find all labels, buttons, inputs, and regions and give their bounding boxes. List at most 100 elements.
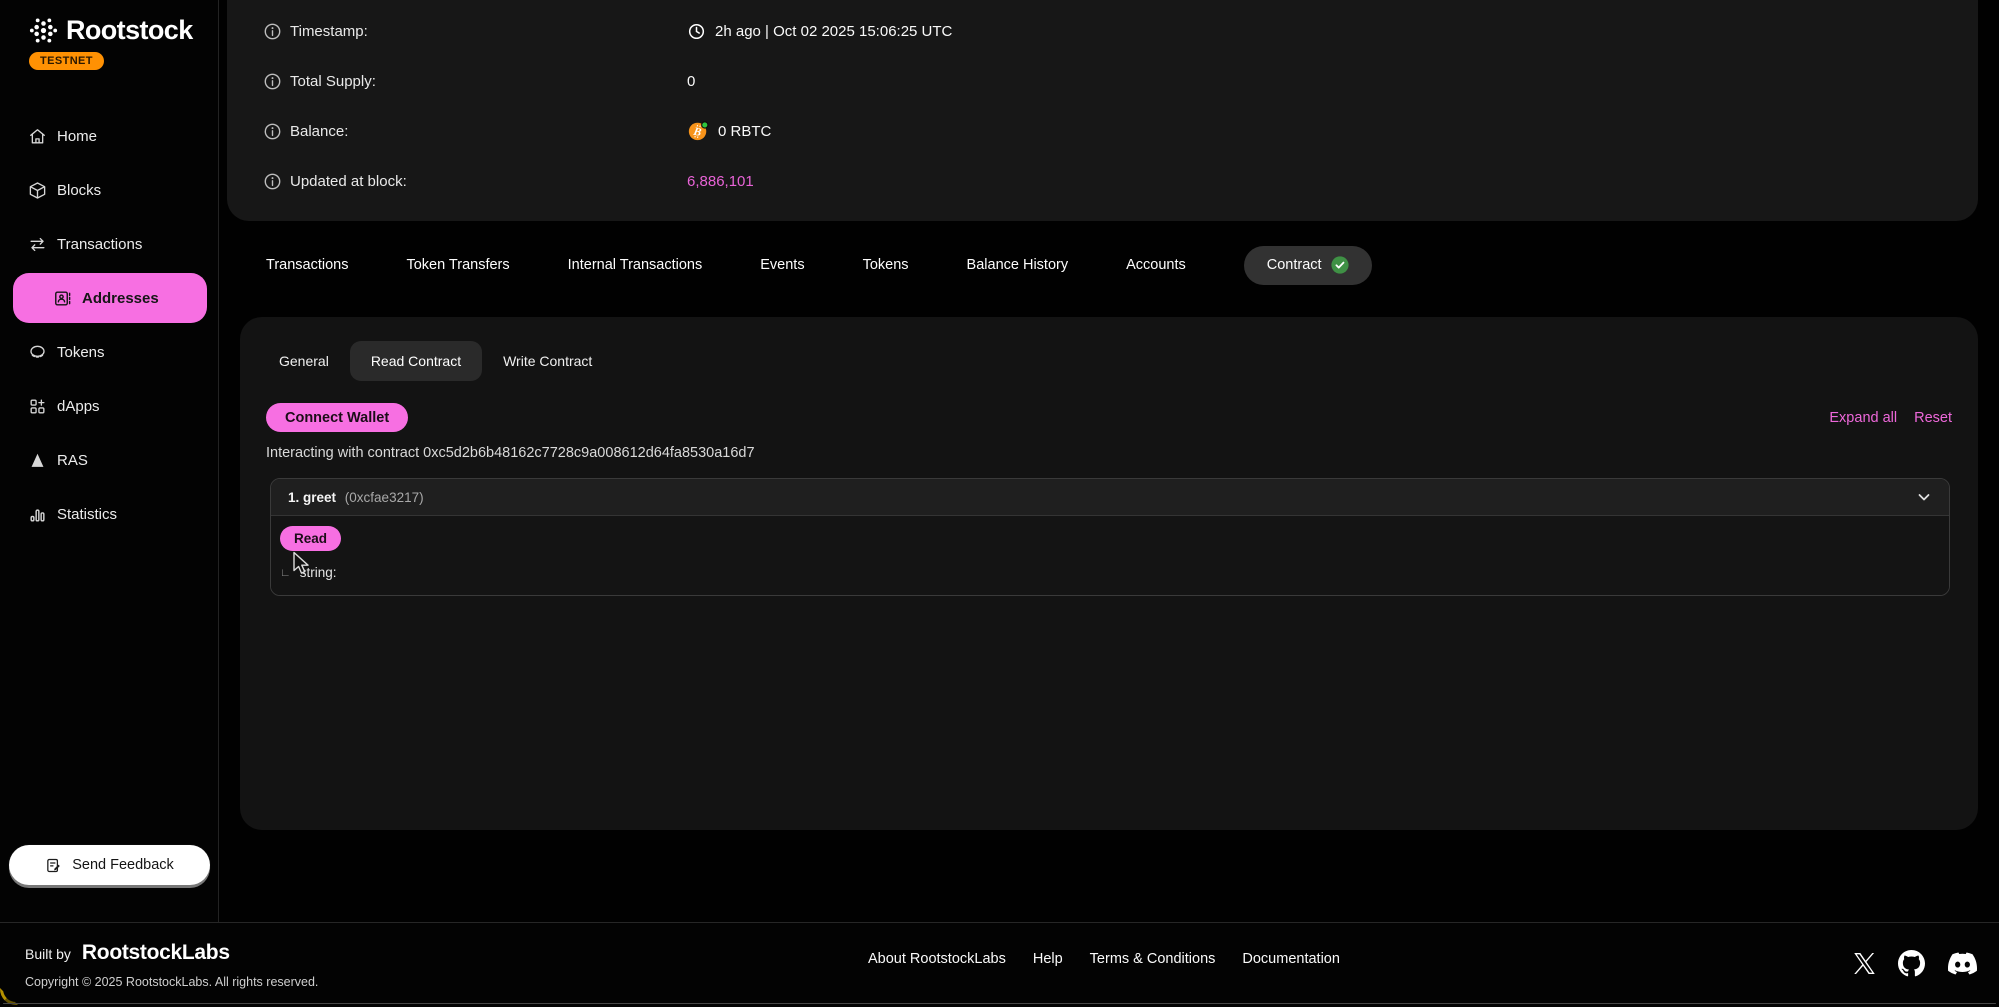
sidebar-item-tokens[interactable]: Tokens bbox=[0, 325, 218, 379]
connect-wallet-button[interactable]: Connect Wallet bbox=[266, 403, 408, 432]
info-icon[interactable] bbox=[264, 73, 281, 90]
reset-link[interactable]: Reset bbox=[1914, 410, 1952, 426]
subtab-general[interactable]: General bbox=[268, 353, 350, 369]
balance-value: 0 RBTC bbox=[718, 123, 771, 140]
detail-row-timestamp: Timestamp: 2h ago | Oct 02 2025 15:06:25… bbox=[227, 6, 1978, 56]
method-name: 1. greet bbox=[288, 490, 336, 505]
total-supply-value: 0 bbox=[687, 73, 695, 90]
github-icon[interactable] bbox=[1898, 950, 1925, 977]
clock-icon bbox=[687, 22, 706, 41]
sidebar: Rootstock TESTNET Home Blocks Transactio… bbox=[0, 0, 219, 922]
detail-row-balance: Balance: B 0 RBTC bbox=[227, 106, 1978, 156]
sidebar-item-label: RAS bbox=[57, 452, 88, 469]
tab-contract-active[interactable]: Contract bbox=[1244, 246, 1372, 285]
sidebar-item-label: Transactions bbox=[57, 236, 142, 253]
send-feedback-label: Send Feedback bbox=[72, 857, 174, 873]
discord-icon[interactable] bbox=[1948, 949, 1977, 978]
info-icon[interactable] bbox=[264, 23, 281, 40]
tab-tokens[interactable]: Tokens bbox=[863, 257, 909, 273]
address-tab-bar: Transactions Token Transfers Internal Tr… bbox=[266, 245, 1372, 285]
sidebar-item-statistics[interactable]: Statistics bbox=[0, 487, 218, 541]
method-accordion-greet: 1. greet (0xcfae3217) Read ∟ string: bbox=[270, 478, 1950, 596]
expand-all-link[interactable]: Expand all bbox=[1829, 410, 1897, 426]
brand-name: Rootstock bbox=[66, 15, 193, 46]
send-feedback-button[interactable]: Send Feedback bbox=[9, 845, 210, 885]
detail-row-total-supply: Total Supply: 0 bbox=[227, 56, 1978, 106]
footer-link-terms[interactable]: Terms & Conditions bbox=[1090, 951, 1216, 967]
contact-card-icon bbox=[53, 289, 72, 308]
timestamp-value: 2h ago | Oct 02 2025 15:06:25 UTC bbox=[715, 23, 952, 40]
x-icon[interactable] bbox=[1854, 953, 1875, 974]
read-button[interactable]: Read bbox=[280, 526, 341, 551]
tab-internal-transactions[interactable]: Internal Transactions bbox=[568, 257, 703, 273]
wallet-row: Connect Wallet Expand all Reset bbox=[266, 403, 1952, 432]
rootstock-logo[interactable]: Rootstock bbox=[28, 15, 193, 46]
panel-actions: Expand all Reset bbox=[1829, 410, 1952, 426]
tab-contract-label: Contract bbox=[1267, 257, 1322, 273]
rootstock-flower-icon bbox=[28, 15, 59, 46]
rootstocklabs-link[interactable]: RootstockLabs bbox=[82, 941, 230, 965]
bar-chart-icon bbox=[28, 505, 47, 524]
detail-label: Balance: bbox=[290, 123, 348, 140]
sidebar-item-ras[interactable]: RAS bbox=[0, 433, 218, 487]
tab-transactions[interactable]: Transactions bbox=[266, 257, 348, 273]
sidebar-item-label: Blocks bbox=[57, 182, 101, 199]
method-body: Read ∟ string: bbox=[271, 516, 1949, 595]
method-selector: (0xcfae3217) bbox=[345, 490, 424, 505]
tab-accounts[interactable]: Accounts bbox=[1126, 257, 1186, 273]
tab-events[interactable]: Events bbox=[760, 257, 804, 273]
sidebar-item-label: Statistics bbox=[57, 506, 117, 523]
footer-corner-accent bbox=[0, 988, 18, 1005]
tab-balance-history[interactable]: Balance History bbox=[967, 257, 1069, 273]
sidebar-item-label: Home bbox=[57, 128, 97, 145]
sidebar-item-addresses[interactable]: Addresses bbox=[13, 273, 207, 323]
rbtc-icon: B bbox=[687, 120, 709, 142]
method-accordion-header[interactable]: 1. greet (0xcfae3217) bbox=[271, 479, 1949, 516]
cube-icon bbox=[28, 181, 47, 200]
swap-arrows-icon bbox=[28, 235, 47, 254]
sidebar-item-blocks[interactable]: Blocks bbox=[0, 163, 218, 217]
detail-label: Total Supply: bbox=[290, 73, 376, 90]
subtab-read-contract[interactable]: Read Contract bbox=[350, 341, 482, 381]
triangle-icon bbox=[28, 451, 47, 470]
interacting-with-contract-text: Interacting with contract 0xc5d2b6b48162… bbox=[266, 445, 755, 461]
apps-grid-icon bbox=[28, 397, 47, 416]
sidebar-item-label: dApps bbox=[57, 398, 100, 415]
footer-link-about[interactable]: About RootstockLabs bbox=[868, 951, 1006, 967]
coin-icon bbox=[28, 343, 47, 362]
sidebar-item-label: Tokens bbox=[57, 344, 105, 361]
footer: Built by RootstockLabs Copyright © 2025 … bbox=[0, 922, 1999, 1007]
check-circle-icon bbox=[1331, 256, 1349, 274]
tab-token-transfers[interactable]: Token Transfers bbox=[406, 257, 509, 273]
mouse-cursor bbox=[291, 551, 313, 577]
footer-link-help[interactable]: Help bbox=[1033, 951, 1063, 967]
testnet-badge: TESTNET bbox=[29, 52, 104, 70]
rootstock-explorer-page: Rootstock TESTNET Home Blocks Transactio… bbox=[0, 0, 1999, 1007]
detail-label: Updated at block: bbox=[290, 173, 407, 190]
sidebar-item-home[interactable]: Home bbox=[0, 109, 218, 163]
output-corner-icon: ∟ bbox=[280, 567, 291, 579]
method-title: 1. greet (0xcfae3217) bbox=[288, 490, 424, 505]
detail-label: Timestamp: bbox=[290, 23, 368, 40]
detail-row-updated-block: Updated at block: 6,886,101 bbox=[227, 156, 1978, 206]
address-details-card: Timestamp: 2h ago | Oct 02 2025 15:06:25… bbox=[227, 0, 1978, 221]
sidebar-item-label: Addresses bbox=[82, 290, 159, 307]
sidebar-nav: Home Blocks Transactions Addresses Token… bbox=[0, 109, 218, 541]
info-icon[interactable] bbox=[264, 123, 281, 140]
feedback-note-icon bbox=[45, 857, 62, 874]
copyright-text: Copyright © 2025 RootstockLabs. All righ… bbox=[25, 975, 318, 989]
sidebar-item-transactions[interactable]: Transactions bbox=[0, 217, 218, 271]
chevron-down-icon bbox=[1916, 489, 1932, 505]
contract-subtabs: General Read Contract Write Contract bbox=[268, 341, 613, 381]
updated-block-link[interactable]: 6,886,101 bbox=[687, 173, 754, 190]
built-by-label: Built by bbox=[25, 946, 71, 962]
sidebar-item-dapps[interactable]: dApps bbox=[0, 379, 218, 433]
subtab-write-contract[interactable]: Write Contract bbox=[482, 353, 613, 369]
home-icon bbox=[28, 127, 47, 146]
footer-links: About RootstockLabs Help Terms & Conditi… bbox=[868, 951, 1340, 967]
method-output-row: ∟ string: bbox=[280, 565, 1940, 580]
social-icons bbox=[1854, 949, 1977, 978]
footer-link-documentation[interactable]: Documentation bbox=[1242, 951, 1340, 967]
info-icon[interactable] bbox=[264, 173, 281, 190]
built-by-row: Built by RootstockLabs bbox=[25, 941, 230, 965]
